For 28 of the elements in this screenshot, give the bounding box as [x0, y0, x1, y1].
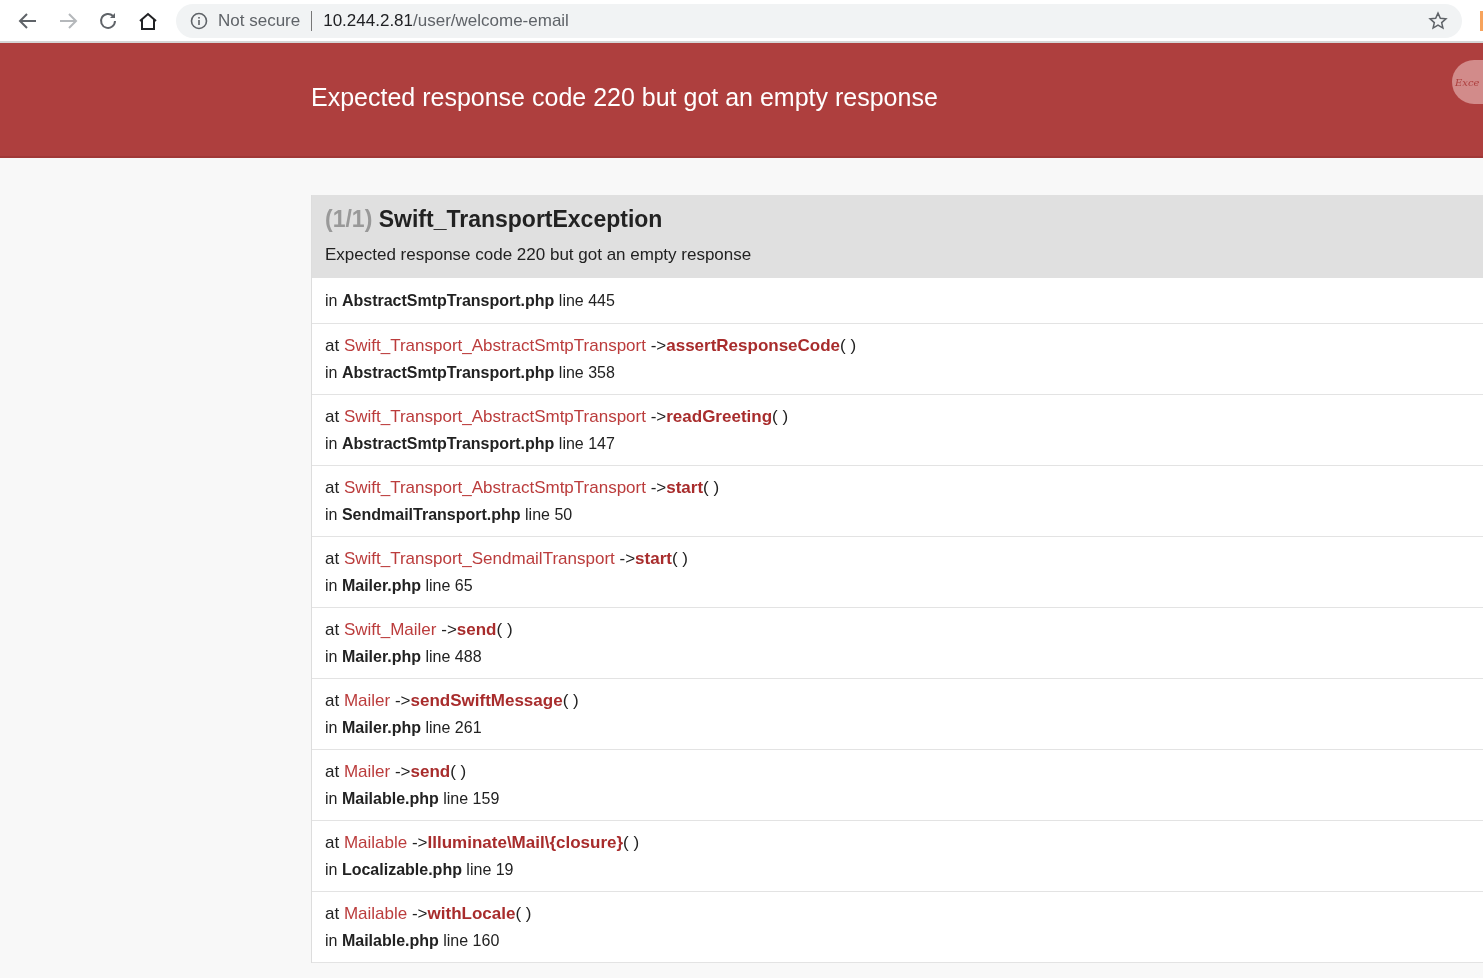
error-title: Expected response code 220 but got an empty response	[311, 83, 938, 112]
call-line: at Mailable ->Illuminate\Mail\{closure}( )	[325, 832, 641, 854]
url-text: 10.244.2.81/user/welcome-email	[323, 10, 569, 31]
security-label: Not secure	[218, 10, 301, 31]
file-location: in SendmailTransport.php line 50	[325, 505, 574, 525]
file-location: in Mailer.php line 488	[325, 647, 483, 667]
call-line: at Swift_Transport_AbstractSmtpTransport ->start( )	[325, 477, 721, 499]
file-location: in Mailable.php line 159	[325, 789, 501, 809]
call-line: at Swift_Mailer ->send( )	[325, 619, 514, 641]
exception-title: (1/1) Swift_TransportException	[325, 205, 664, 234]
call-line: at Swift_Transport_SendmailTransport ->start( )	[325, 548, 689, 570]
file-location: in Mailer.php line 261	[325, 718, 483, 738]
call-line: at Swift_Transport_AbstractSmtpTransport ->readGreeting( )	[325, 406, 790, 428]
logo-badge: Exce	[1452, 60, 1483, 104]
call-line: at Mailer ->send( )	[325, 761, 468, 783]
exception-message: Expected response code 220 but got an empty response	[325, 244, 753, 266]
call-line: at Mailable ->withLocale( )	[325, 903, 533, 925]
call-line: at Mailer ->sendSwiftMessage( )	[325, 690, 580, 712]
file-location: in AbstractSmtpTransport.php line 445	[325, 291, 616, 311]
file-location: in Mailer.php line 65	[325, 576, 474, 596]
file-location: in Mailable.php line 160	[325, 931, 501, 951]
file-location: in AbstractSmtpTransport.php line 358	[325, 363, 616, 383]
address-bar[interactable]: Not secure 10.244.2.81/user/welcome-email	[176, 3, 1462, 38]
file-location: in Localizable.php line 19	[325, 860, 515, 880]
star-icon[interactable]	[1428, 10, 1448, 31]
info-icon[interactable]	[190, 11, 208, 30]
call-line: at Swift_Transport_AbstractSmtpTransport ->assertResponseCode( )	[325, 335, 858, 357]
file-location: in AbstractSmtpTransport.php line 147	[325, 434, 616, 454]
